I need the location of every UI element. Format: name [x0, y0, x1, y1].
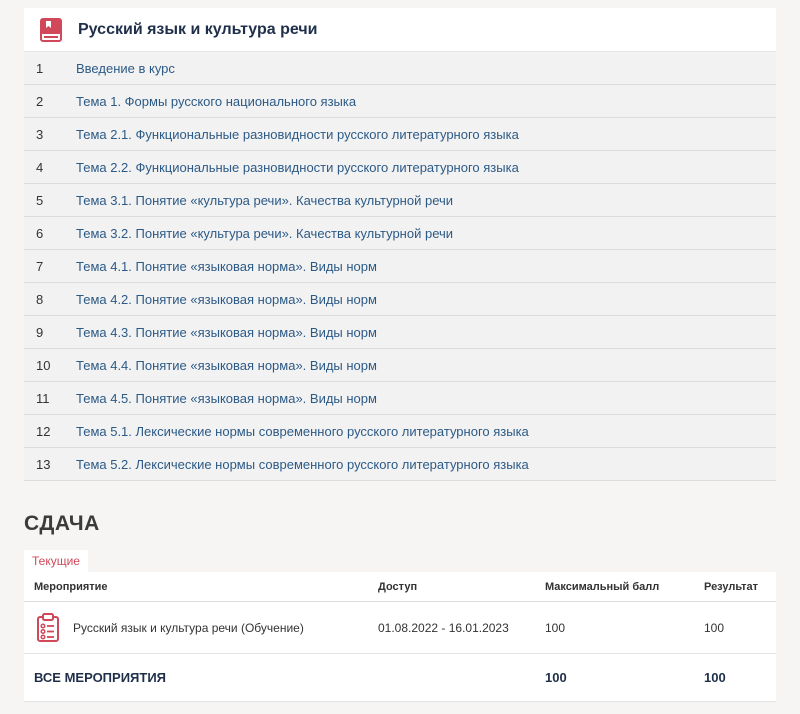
list-item[interactable]: 13 Тема 5.2. Лексические нормы современно… [24, 448, 776, 481]
list-item[interactable]: 4 Тема 2.2. Функциональные разновидности … [24, 151, 776, 184]
book-icon [38, 17, 64, 43]
list-item[interactable]: 9 Тема 4.3. Понятие «языковая норма». Вид… [24, 316, 776, 349]
column-header-max-score: Максимальный балл [545, 580, 660, 593]
list-item[interactable]: 12 Тема 5.1. Лексические нормы современно… [24, 415, 776, 448]
topic-number: 10 [36, 357, 51, 373]
list-item[interactable]: 2 Тема 1. Формы русского национального яз… [24, 85, 776, 118]
list-item[interactable]: 11 Тема 4.5. Понятие «языковая норма». Ви… [24, 382, 776, 415]
topic-link[interactable]: Тема 3.2. Понятие «культура речи». Качес… [76, 226, 453, 241]
total-label: ВСЕ МЕРОПРИЯТИЯ [34, 670, 167, 685]
topic-number: 7 [36, 258, 44, 274]
list-item[interactable]: 1 Введение в курс [24, 52, 776, 85]
topic-link[interactable]: Тема 4.5. Понятие «языковая норма». Виды… [76, 391, 377, 406]
topic-link[interactable]: Тема 5.1. Лексические нормы современного… [76, 424, 529, 439]
course-title: Русский язык и культура речи [78, 20, 318, 38]
topic-number: 9 [36, 324, 44, 340]
topic-link[interactable]: Тема 1. Формы русского национального язы… [76, 94, 356, 109]
topic-number: 13 [36, 456, 51, 472]
results-table: Мероприятие Доступ Максимальный балл Рез… [24, 572, 776, 702]
section-title: СДАЧА [24, 512, 100, 535]
topic-number: 12 [36, 423, 51, 439]
topic-link[interactable]: Тема 3.1. Понятие «культура речи». Качес… [76, 193, 453, 208]
topic-list: 1 Введение в курс 2 Тема 1. Формы русского … [24, 52, 776, 481]
list-item[interactable]: 8 Тема 4.2. Понятие «языковая норма». Вид… [24, 283, 776, 316]
topic-number: 8 [36, 291, 44, 307]
topic-link[interactable]: Тема 4.3. Понятие «языковая норма». Виды… [76, 325, 377, 340]
list-item[interactable]: 5 Тема 3.1. Понятие «культура речи». Каче… [24, 184, 776, 217]
total-max-score: 100 [545, 670, 567, 685]
column-header-event: Мероприятие [34, 580, 108, 593]
list-item[interactable]: 7 Тема 4.1. Понятие «языковая норма». Вид… [24, 250, 776, 283]
list-item[interactable]: 10 Тема 4.4. Понятие «языковая норма». Ви… [24, 349, 776, 382]
topic-link[interactable]: Введение в курс [76, 61, 175, 76]
topic-link[interactable]: Тема 4.1. Понятие «языковая норма». Виды… [76, 259, 377, 274]
event-access: 01.08.2022 - 16.01.2023 [378, 620, 509, 635]
column-header-result: Результат [704, 580, 759, 593]
total-result: 100 [704, 670, 726, 685]
table-row[interactable]: Русский язык и культура речи (Обучение) … [24, 602, 776, 654]
topic-number: 4 [36, 159, 44, 175]
event-result: 100 [704, 620, 725, 635]
tab-current[interactable]: Текущие [24, 550, 88, 572]
table-total-row: ВСЕ МЕРОПРИЯТИЯ 100 100 [24, 654, 776, 702]
topic-number: 5 [36, 192, 44, 208]
topic-number: 1 [36, 60, 44, 76]
course-header: Русский язык и культура речи [24, 8, 776, 52]
topic-number: 6 [36, 225, 44, 241]
topic-link[interactable]: Тема 5.2. Лексические нормы современного… [76, 457, 529, 472]
list-item[interactable]: 3 Тема 2.1. Функциональные разновидности … [24, 118, 776, 151]
topic-number: 11 [36, 390, 50, 406]
topic-link[interactable]: Тема 4.2. Понятие «языковая норма». Виды… [76, 292, 377, 307]
topic-number: 3 [36, 126, 44, 142]
topic-number: 2 [36, 93, 44, 109]
list-item[interactable]: 6 Тема 3.2. Понятие «культура речи». Каче… [24, 217, 776, 250]
clipboard-checklist-icon [36, 613, 60, 643]
topic-link[interactable]: Тема 2.2. Функциональные разновидности р… [76, 160, 519, 175]
topic-link[interactable]: Тема 4.4. Понятие «языковая норма». Виды… [76, 358, 377, 373]
table-header: Мероприятие Доступ Максимальный балл Рез… [24, 572, 776, 602]
column-header-access: Доступ [378, 580, 418, 593]
course-card: Русский язык и культура речи 1 Введение в… [24, 8, 776, 481]
event-max-score: 100 [545, 620, 566, 635]
topic-link[interactable]: Тема 2.1. Функциональные разновидности р… [76, 127, 519, 142]
event-name: Русский язык и культура речи (Обучение) [73, 620, 304, 635]
